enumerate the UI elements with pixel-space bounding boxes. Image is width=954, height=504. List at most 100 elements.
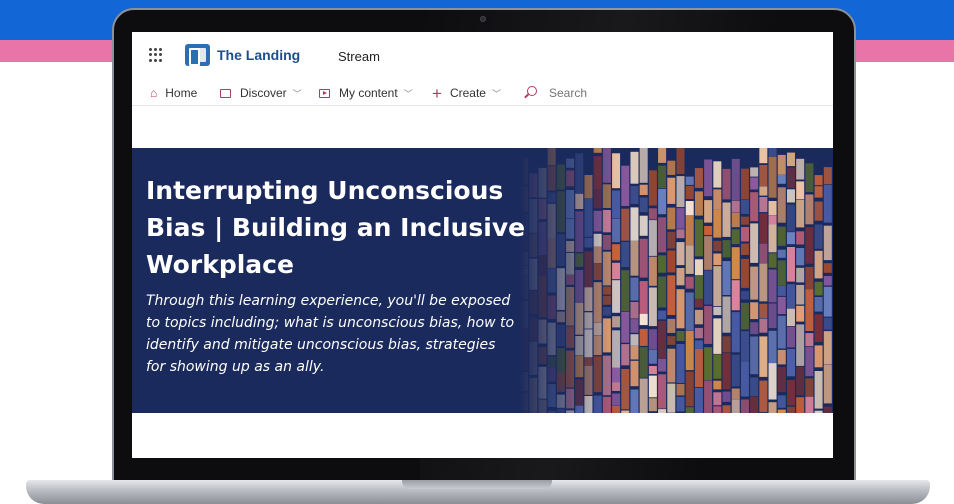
abstract-bar <box>685 330 694 371</box>
nav-item-discover[interactable]: Discover ﹀ <box>220 83 302 103</box>
abstract-bar <box>786 348 795 377</box>
abstract-bar <box>750 377 759 396</box>
abstract-bar <box>667 275 676 315</box>
abstract-bar <box>768 303 777 329</box>
abstract-bar <box>731 280 740 311</box>
abstract-bar <box>823 331 832 365</box>
abstract-bar <box>768 330 777 363</box>
abstract-bar <box>667 231 676 249</box>
abstract-bar <box>814 250 823 279</box>
nav-bar: ⌂ Home Discover ﹀ My content ﹀ + Create … <box>132 80 833 106</box>
abstract-bar <box>768 269 777 303</box>
hero-banner[interactable]: Interrupting Unconscious Bias | Building… <box>132 148 833 413</box>
app-name[interactable]: Stream <box>338 49 380 64</box>
abstract-bar <box>777 226 786 246</box>
abstract-bar <box>786 308 795 326</box>
chevron-down-icon: ﹀ <box>292 88 302 99</box>
abstract-bar <box>777 395 786 408</box>
abstract-bar <box>805 194 814 225</box>
nav-item-label: Home <box>165 86 198 100</box>
abstract-bar <box>786 204 795 232</box>
abstract-bar <box>722 202 731 237</box>
abstract-bar <box>750 167 759 177</box>
abstract-bar <box>713 266 722 307</box>
abstract-bar <box>731 212 740 228</box>
abstract-bar <box>648 349 657 364</box>
nav-item-my-content[interactable]: My content ﹀ <box>319 83 413 103</box>
abstract-bar <box>731 158 740 200</box>
abstract-bar <box>786 189 795 203</box>
abstract-bar <box>759 165 768 187</box>
abstract-bar <box>740 399 749 413</box>
abstract-bar <box>740 243 749 255</box>
abstract-bar <box>630 389 639 413</box>
abstract-bar <box>667 177 676 204</box>
abstract-bar <box>713 306 722 316</box>
abstract-bar <box>694 275 703 299</box>
abstract-bar <box>777 285 786 296</box>
abstract-bar <box>694 219 703 257</box>
abstract-bar <box>621 410 630 413</box>
abstract-bar <box>777 249 786 258</box>
abstract-bar <box>768 156 777 198</box>
abstract-bar <box>823 167 832 185</box>
search-box[interactable] <box>527 83 669 103</box>
abstract-bar <box>694 299 703 308</box>
abstract-bar <box>759 197 768 213</box>
abstract-bar <box>768 253 777 268</box>
abstract-bar <box>731 312 740 353</box>
abstract-bar <box>667 318 676 333</box>
video-icon <box>319 88 330 98</box>
abstract-bar <box>796 181 805 199</box>
abstract-bar <box>713 253 722 266</box>
abstract-bar <box>630 277 639 301</box>
abstract-bar <box>722 353 731 390</box>
nav-item-create[interactable]: + Create ﹀ <box>432 83 501 103</box>
abstract-bar <box>639 215 648 236</box>
abstract-bar <box>823 406 832 413</box>
abstract-bar <box>667 207 676 230</box>
abstract-bar <box>759 303 768 318</box>
abstract-bar <box>685 176 694 185</box>
site-title[interactable]: The Landing <box>217 47 300 63</box>
abstract-bar <box>750 177 759 190</box>
abstract-bar <box>639 313 648 326</box>
site-logo-icon[interactable] <box>185 44 210 66</box>
abstract-bar <box>648 208 657 220</box>
abstract-bar <box>777 154 786 175</box>
abstract-bar <box>823 263 832 273</box>
abstract-bar <box>796 231 805 245</box>
nav-item-label: Discover <box>240 86 287 100</box>
abstract-bar <box>823 276 832 286</box>
search-input[interactable] <box>549 86 669 100</box>
abstract-bar <box>805 163 814 193</box>
abstract-bar <box>648 398 657 412</box>
abstract-bar <box>805 346 814 377</box>
nav-item-home[interactable]: ⌂ Home <box>150 83 197 103</box>
abstract-bar <box>704 236 713 270</box>
abstract-bar <box>639 148 648 183</box>
abstract-bar <box>768 201 777 216</box>
abstract-bar <box>777 260 786 286</box>
abstract-bar <box>750 266 759 300</box>
abstract-bar <box>667 383 676 413</box>
abstract-bar <box>639 328 648 346</box>
abstract-bar <box>777 187 786 223</box>
abstract-bar <box>713 189 722 210</box>
search-icon[interactable] <box>527 86 537 96</box>
app-launcher-icon[interactable] <box>149 48 163 62</box>
abstract-bar <box>694 348 703 387</box>
abstract-bar <box>740 331 749 361</box>
abstract-bar <box>685 407 694 413</box>
abstract-bar <box>759 186 768 196</box>
abstract-bar <box>796 267 805 283</box>
abstract-bar <box>658 276 667 308</box>
chevron-down-icon: ﹀ <box>403 88 413 99</box>
abstract-bar <box>796 366 805 396</box>
abstract-bar <box>814 410 823 413</box>
abstract-bar <box>750 396 759 413</box>
abstract-bar <box>704 347 713 381</box>
abstract-bar <box>704 306 713 344</box>
marketing-stage: The Landing Stream ⌂ Home Discover ﹀ My … <box>0 0 954 504</box>
abstract-bar <box>731 388 740 400</box>
